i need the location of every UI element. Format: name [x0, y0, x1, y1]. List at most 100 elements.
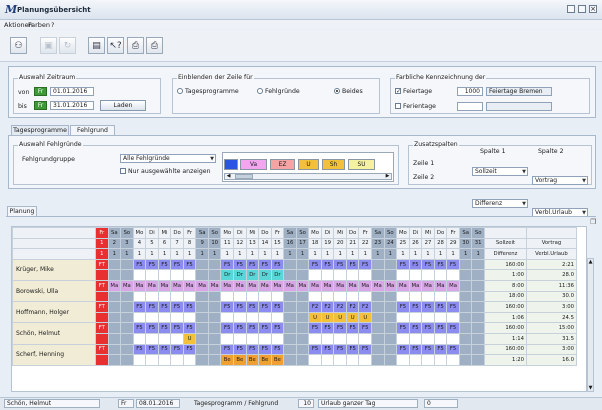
plan-cell-f5[interactable]: F5 [145, 258, 159, 271]
plan-cell[interactable] [245, 311, 260, 324]
plan-cell[interactable] [120, 258, 134, 271]
plan-cell[interactable] [383, 269, 398, 281]
plan-cell[interactable] [320, 269, 335, 281]
plan-cell[interactable] [383, 332, 398, 345]
plan-cell[interactable] [207, 258, 222, 271]
scroll-left-icon[interactable]: ◀ [225, 174, 232, 179]
plan-cell-ma[interactable]: Ma [333, 279, 347, 292]
plan-cell-f5[interactable]: F5 [182, 258, 197, 271]
zeile2-spalte1-select[interactable]: Differenz [472, 199, 528, 208]
plan-cell-ma[interactable]: Ma [270, 279, 285, 292]
plan-cell[interactable] [295, 311, 310, 324]
plan-cell[interactable] [207, 301, 222, 313]
plan-cell[interactable] [107, 258, 122, 271]
plan-cell-f5[interactable]: F5 [258, 301, 272, 313]
plan-cell-f2[interactable]: F2 [308, 301, 322, 313]
plan-cell[interactable] [283, 343, 297, 356]
plan-cell-f5[interactable]: F5 [270, 258, 285, 271]
plan-cell-f5[interactable]: F5 [182, 301, 197, 313]
employee-name[interactable]: Borowski, Ulla [12, 279, 96, 303]
plan-cell-ma[interactable]: Ma [157, 279, 172, 292]
plan-cell[interactable] [107, 311, 122, 324]
employee-row[interactable]: U U U U U 1:06 24.5 [13, 311, 577, 324]
plan-cell-ma[interactable]: Ma [408, 279, 423, 292]
plan-cell-u[interactable]: U [320, 311, 335, 324]
plan-cell-f5[interactable]: F5 [233, 258, 247, 271]
plan-cell[interactable] [383, 343, 398, 356]
plan-cell-ft[interactable]: FT [95, 279, 109, 292]
plan-cell[interactable] [295, 354, 310, 366]
restore-icon[interactable] [578, 5, 586, 13]
save-icon[interactable]: ▣ [40, 37, 57, 54]
plan-cell-ma[interactable]: Ma [120, 279, 134, 292]
minimize-icon[interactable] [567, 5, 575, 13]
plan-cell-dr[interactable]: Dr [245, 269, 260, 281]
grid-scrollbar[interactable]: ▲ ▼ [587, 258, 594, 392]
employee-row[interactable]: Hoffmann, Holger FT F5 F5 F5 F5 F5 F5 F5 F5 F5 F5 F2… [12, 301, 577, 324]
plan-cell[interactable] [308, 354, 322, 366]
plan-cell-be[interactable]: Be [233, 354, 247, 366]
plan-cell[interactable] [107, 269, 122, 281]
tab-fehlgrund[interactable]: Fehlgrund [70, 125, 115, 135]
nur-checkbox[interactable]: Nur ausgewählte anzeigen [120, 168, 211, 175]
plan-cell-f5[interactable]: F5 [157, 343, 172, 356]
plan-cell[interactable] [458, 332, 473, 345]
plan-cell[interactable] [371, 269, 385, 281]
plan-cell[interactable] [371, 354, 385, 366]
refresh-icon[interactable]: ↻ [59, 37, 76, 54]
plan-cell[interactable] [182, 354, 197, 366]
plan-cell-ma[interactable]: Ma [358, 279, 373, 292]
plan-cell-ft[interactable]: FT [95, 322, 109, 334]
radio-tagesprogramme[interactable]: Tagesprogramme [177, 88, 239, 95]
plan-cell[interactable] [157, 311, 172, 324]
plan-cell-f5[interactable]: F5 [170, 301, 184, 313]
plan-cell-ma[interactable]: Ma [258, 279, 272, 292]
plan-cell-f5[interactable]: F5 [245, 301, 260, 313]
plan-cell[interactable] [195, 258, 209, 271]
plan-cell[interactable] [132, 332, 147, 345]
help-cursor-icon[interactable]: ↖? [107, 37, 124, 54]
plan-cell[interactable] [345, 269, 360, 281]
plan-cell[interactable] [308, 269, 322, 281]
plan-cell[interactable] [220, 332, 234, 345]
plan-cell-f5[interactable]: F5 [270, 301, 285, 313]
plan-cell[interactable] [471, 354, 485, 366]
plan-cell[interactable] [182, 290, 197, 303]
employee-name[interactable]: Hoffmann, Holger [12, 301, 96, 324]
plan-cell[interactable] [471, 343, 485, 356]
plan-cell[interactable] [95, 354, 109, 366]
plan-cell-f5[interactable]: F5 [396, 258, 410, 271]
plan-cell[interactable] [383, 301, 398, 313]
plan-cell-f5[interactable]: F5 [396, 301, 410, 313]
plan-cell[interactable] [120, 343, 134, 356]
plan-cell-f5[interactable]: F5 [245, 258, 260, 271]
plan-cell[interactable] [207, 354, 222, 366]
plan-cell-f5[interactable]: F5 [345, 322, 360, 334]
plan-cell[interactable] [295, 290, 310, 303]
plan-cell-ma[interactable]: Ma [107, 279, 122, 292]
plan-cell[interactable] [195, 354, 209, 366]
plan-cell[interactable] [245, 332, 260, 345]
plan-cell-f5[interactable]: F5 [170, 322, 184, 334]
plan-cell-f5[interactable]: F5 [358, 322, 373, 334]
plan-cell-u[interactable]: U [358, 311, 373, 324]
radio-fehlgruende[interactable]: Fehlgründe [257, 88, 300, 95]
plan-cell[interactable] [333, 332, 347, 345]
plan-cell-f5[interactable]: F5 [408, 258, 423, 271]
plan-cell-ma[interactable]: Ma [283, 279, 297, 292]
plan-cell-f5[interactable]: F5 [421, 258, 435, 271]
zeile1-spalte2-select[interactable]: Vortrag [532, 176, 588, 185]
plan-cell[interactable] [383, 322, 398, 334]
plan-cell[interactable] [207, 290, 222, 303]
plan-cell[interactable] [120, 290, 134, 303]
plan-cell[interactable] [145, 332, 159, 345]
plan-cell[interactable] [295, 258, 310, 271]
swatch-va[interactable]: Va [240, 159, 267, 170]
plan-cell[interactable] [107, 332, 122, 345]
plan-cell-f5[interactable]: F5 [358, 258, 373, 271]
plan-cell[interactable] [308, 332, 322, 345]
plan-cell[interactable] [408, 332, 423, 345]
ferientage-checkbox[interactable]: Ferientage [395, 103, 436, 110]
plan-cell[interactable] [283, 290, 297, 303]
plan-cell-f5[interactable]: F5 [320, 258, 335, 271]
